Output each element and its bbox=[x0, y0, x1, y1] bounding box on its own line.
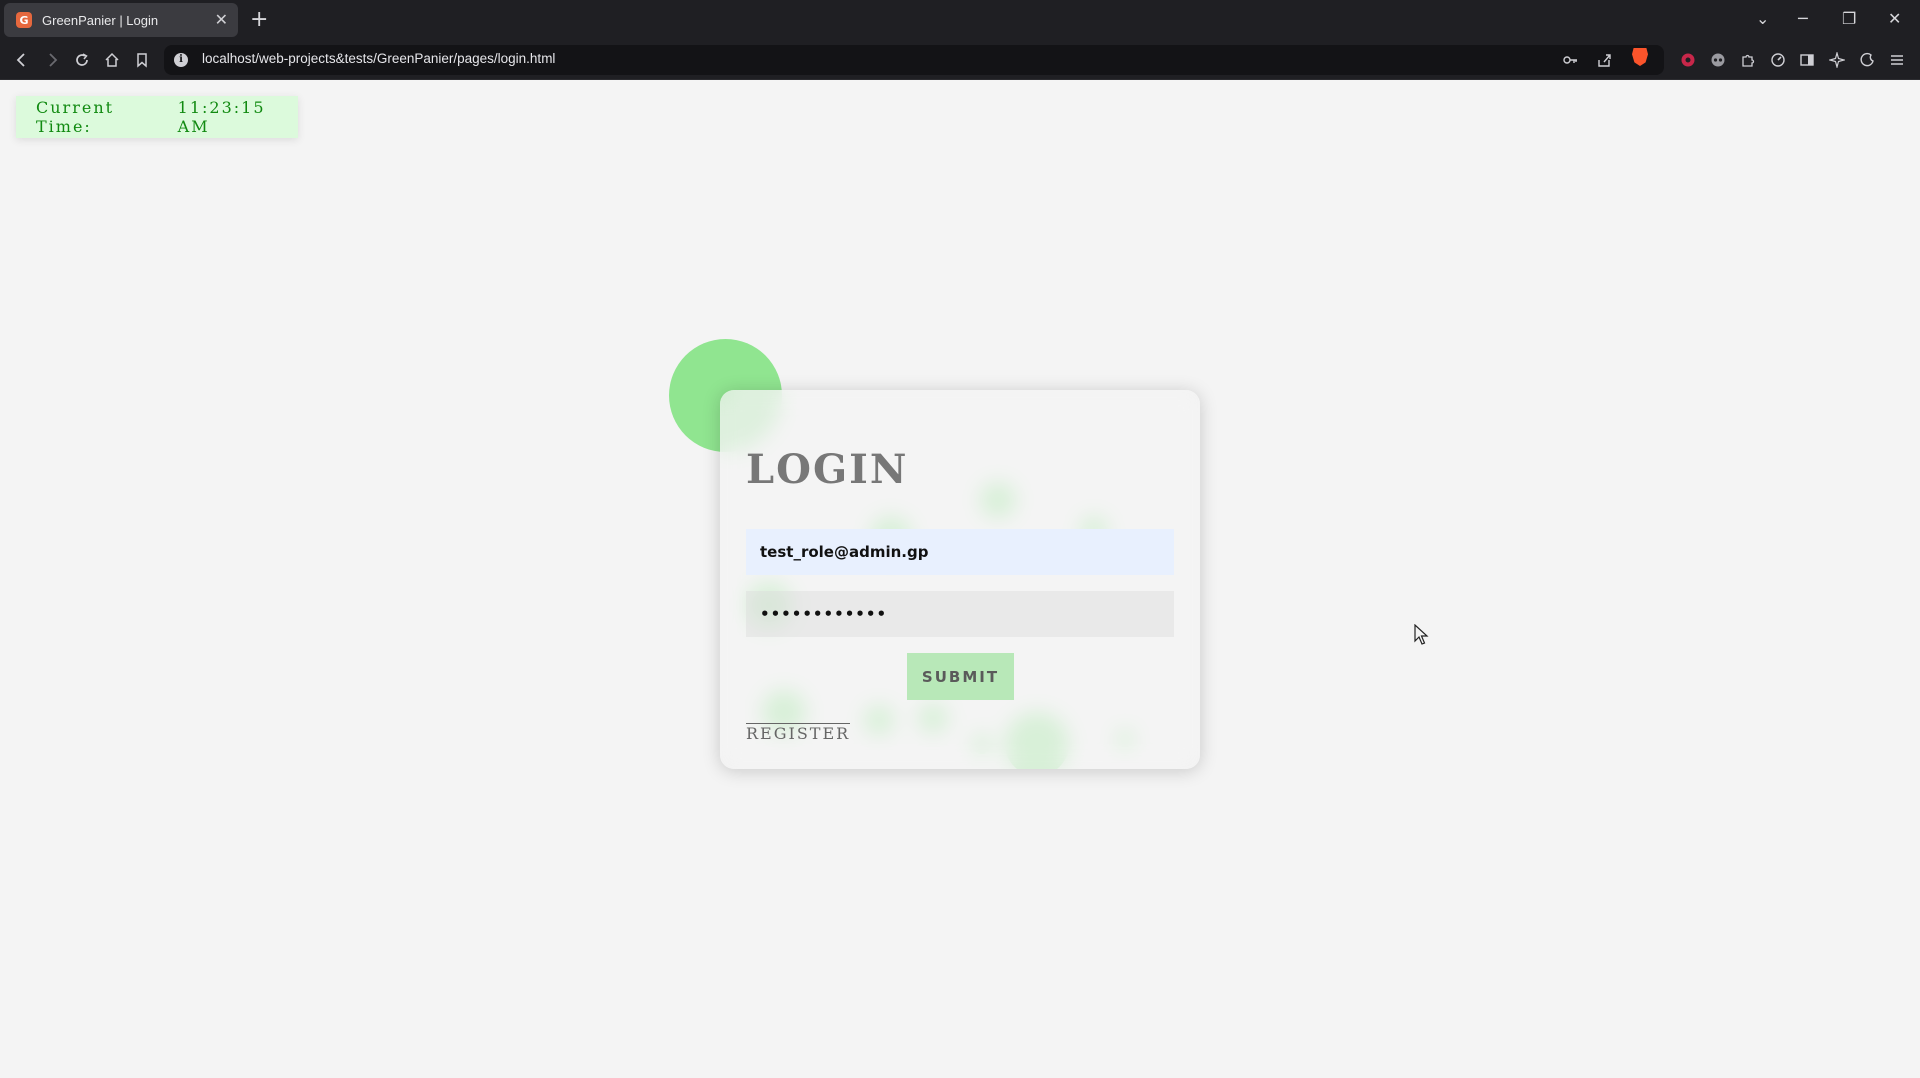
home-icon[interactable] bbox=[102, 50, 122, 70]
favicon-icon: G bbox=[16, 12, 32, 28]
restore-icon[interactable]: ❐ bbox=[1842, 8, 1856, 30]
login-title: LOGIN bbox=[746, 446, 909, 493]
site-info-icon[interactable]: i bbox=[174, 53, 188, 67]
new-tab-icon[interactable]: + bbox=[250, 6, 268, 34]
close-window-icon[interactable]: ✕ bbox=[1888, 8, 1901, 30]
mouse-cursor-icon bbox=[1414, 624, 1429, 645]
incognito-extension-icon[interactable] bbox=[1708, 50, 1728, 70]
share-icon[interactable] bbox=[1594, 50, 1614, 70]
extensions-puzzle-icon[interactable] bbox=[1738, 50, 1758, 70]
wallet-icon[interactable] bbox=[1857, 50, 1877, 70]
tab-bar: G GreenPanier | Login ✕ + ⌄ ─ ❐ ✕ bbox=[0, 0, 1920, 40]
current-time-value: 11:23:15 AM bbox=[177, 98, 266, 136]
reload-icon[interactable] bbox=[72, 50, 92, 70]
tab-list-icon[interactable]: ⌄ bbox=[1756, 8, 1769, 30]
browser-toolbar: i localhost/web-projects&tests/GreenPani… bbox=[0, 40, 1920, 80]
close-tab-icon[interactable]: ✕ bbox=[215, 10, 228, 30]
record-extension-icon[interactable] bbox=[1678, 50, 1698, 70]
sidebar-toggle-icon[interactable] bbox=[1797, 50, 1817, 70]
register-link[interactable]: REGISTER bbox=[746, 723, 851, 743]
tab-title: GreenPanier | Login bbox=[42, 12, 159, 28]
password-key-icon[interactable] bbox=[1560, 50, 1580, 70]
login-card: LOGIN SUBMIT REGISTER bbox=[720, 390, 1200, 769]
forward-icon[interactable] bbox=[42, 50, 62, 70]
submit-button[interactable]: SUBMIT bbox=[907, 653, 1014, 700]
speed-dial-icon[interactable] bbox=[1768, 50, 1788, 70]
password-field[interactable] bbox=[746, 591, 1174, 637]
current-time-widget: Current Time: 11:23:15 AM bbox=[16, 96, 298, 138]
minimize-icon[interactable]: ─ bbox=[1798, 8, 1808, 30]
address-bar[interactable]: i localhost/web-projects&tests/GreenPani… bbox=[164, 45, 1664, 75]
bookmark-icon[interactable] bbox=[132, 50, 152, 70]
leo-ai-icon[interactable] bbox=[1827, 50, 1847, 70]
url-text[interactable]: localhost/web-projects&tests/GreenPanier… bbox=[202, 51, 555, 66]
menu-icon[interactable] bbox=[1887, 50, 1907, 70]
back-icon[interactable] bbox=[12, 50, 32, 70]
browser-tab[interactable]: G GreenPanier | Login ✕ bbox=[4, 3, 238, 37]
email-field[interactable] bbox=[746, 529, 1174, 575]
current-time-label: Current Time: bbox=[36, 98, 115, 136]
